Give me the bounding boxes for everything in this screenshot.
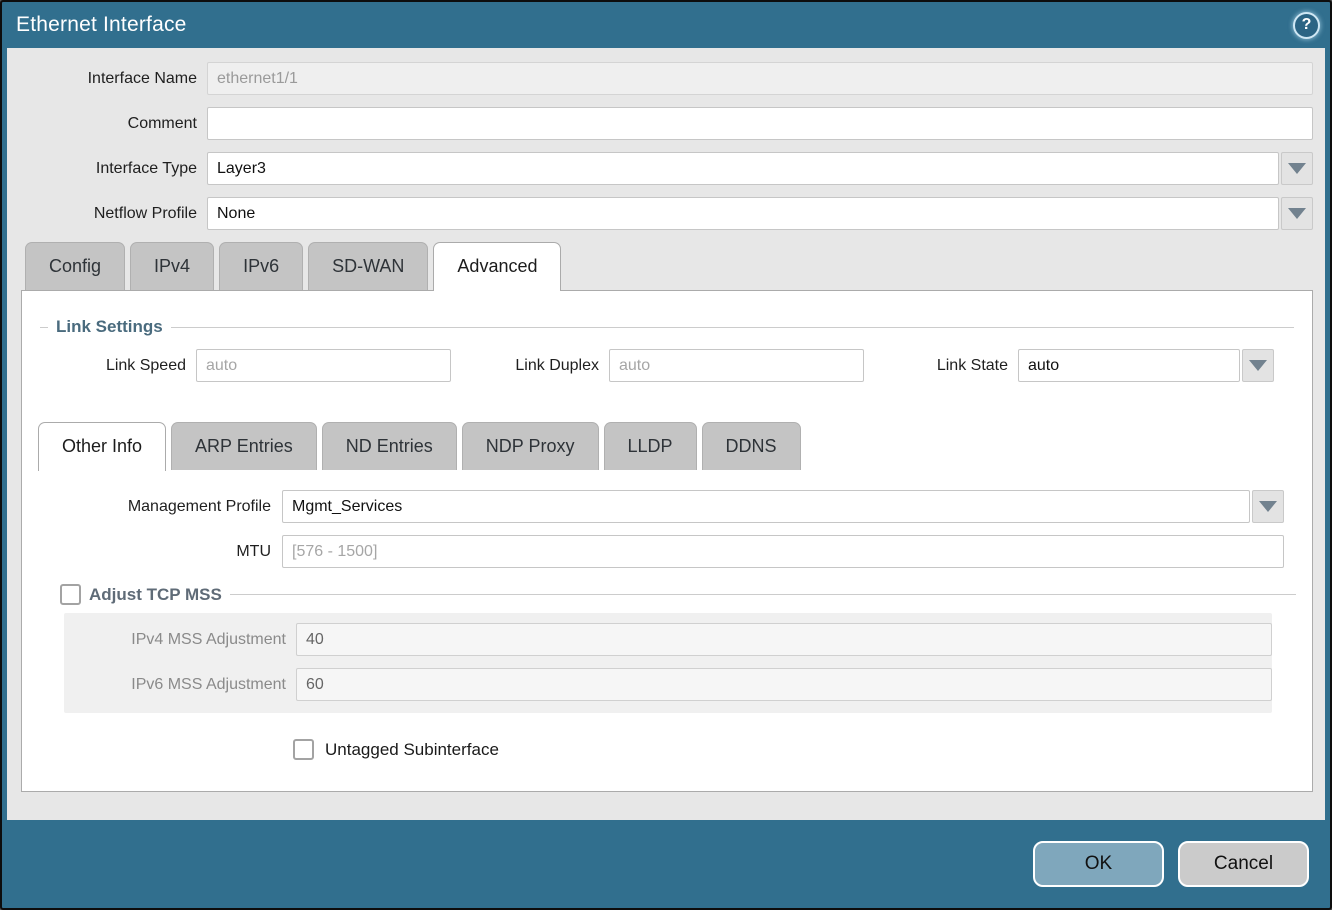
ipv6-mss-row: IPv6 MSS Adjustment	[64, 668, 1272, 701]
main-tab-bar: Config IPv4 IPv6 SD-WAN Advanced	[21, 242, 1313, 290]
ipv6-mss-input	[296, 668, 1272, 701]
mtu-input[interactable]	[282, 535, 1284, 568]
chevron-down-icon	[1259, 501, 1277, 512]
advanced-tab-panel: Link Settings Link Speed Link Duplex Lin…	[21, 290, 1313, 792]
untagged-subinterface-row: Untagged Subinterface	[293, 739, 1296, 760]
interface-name-input	[207, 62, 1313, 95]
interface-type-label: Interface Type	[21, 160, 207, 178]
ipv4-mss-input	[296, 623, 1272, 656]
interface-type-input[interactable]	[207, 152, 1279, 185]
link-state-input[interactable]	[1018, 349, 1240, 382]
management-profile-row: Management Profile	[38, 490, 1296, 523]
adjust-tcp-mss-legend: Adjust TCP MSS	[58, 584, 230, 605]
help-icon[interactable]: ?	[1293, 12, 1320, 39]
netflow-profile-row: Netflow Profile	[21, 197, 1313, 230]
mss-disabled-box: IPv4 MSS Adjustment IPv6 MSS Adjustment	[64, 613, 1272, 713]
tab-other-info[interactable]: Other Info	[38, 422, 166, 471]
comment-row: Comment	[21, 107, 1313, 140]
adjust-tcp-mss-checkbox[interactable]	[60, 584, 81, 605]
tab-nd-entries[interactable]: ND Entries	[322, 422, 457, 470]
interface-type-row: Interface Type	[21, 152, 1313, 185]
untagged-subinterface-checkbox[interactable]	[293, 739, 314, 760]
management-profile-dropdown-button[interactable]	[1252, 490, 1284, 523]
ipv4-mss-label: IPv4 MSS Adjustment	[64, 631, 296, 649]
link-state-dropdown-button[interactable]	[1242, 349, 1274, 382]
tab-ipv6[interactable]: IPv6	[219, 242, 303, 290]
chevron-down-icon	[1288, 163, 1306, 174]
link-settings-row: Link Speed Link Duplex Link State	[40, 337, 1294, 402]
tab-config[interactable]: Config	[25, 242, 125, 290]
chevron-down-icon	[1249, 360, 1267, 371]
adjust-tcp-mss-fieldset: Adjust TCP MSS IPv4 MSS Adjustment IPv6 …	[58, 584, 1296, 713]
cancel-button[interactable]: Cancel	[1178, 841, 1309, 887]
tab-ndp-proxy[interactable]: NDP Proxy	[462, 422, 599, 470]
comment-label: Comment	[21, 115, 207, 133]
tab-ddns[interactable]: DDNS	[702, 422, 801, 470]
netflow-profile-label: Netflow Profile	[21, 205, 207, 223]
dialog-title: Ethernet Interface	[16, 13, 187, 37]
dialog-body: Interface Name Comment Interface Type Ne…	[7, 48, 1325, 820]
management-profile-input[interactable]	[282, 490, 1250, 523]
dialog-titlebar: Ethernet Interface ?	[2, 2, 1330, 48]
tab-lldp[interactable]: LLDP	[604, 422, 697, 470]
link-settings-legend: Link Settings	[48, 317, 171, 337]
management-profile-label: Management Profile	[38, 498, 282, 516]
link-state-label: Link State	[926, 357, 1018, 375]
link-speed-input[interactable]	[196, 349, 451, 382]
chevron-down-icon	[1288, 208, 1306, 219]
interface-name-label: Interface Name	[21, 70, 207, 88]
adjust-tcp-mss-label: Adjust TCP MSS	[89, 585, 222, 605]
tab-advanced[interactable]: Advanced	[433, 242, 561, 291]
link-duplex-label: Link Duplex	[497, 357, 609, 375]
ok-button[interactable]: OK	[1033, 841, 1164, 887]
interface-type-dropdown-button[interactable]	[1281, 152, 1313, 185]
link-duplex-input[interactable]	[609, 349, 864, 382]
ethernet-interface-dialog: Ethernet Interface ? Interface Name Comm…	[0, 0, 1332, 910]
netflow-profile-input[interactable]	[207, 197, 1279, 230]
netflow-profile-dropdown-button[interactable]	[1281, 197, 1313, 230]
tab-ipv4[interactable]: IPv4	[130, 242, 214, 290]
link-settings-fieldset: Link Settings Link Speed Link Duplex Lin…	[40, 317, 1294, 402]
link-speed-label: Link Speed	[46, 357, 196, 375]
ipv6-mss-label: IPv6 MSS Adjustment	[64, 676, 296, 694]
dialog-footer: OK Cancel	[2, 820, 1330, 908]
mtu-label: MTU	[38, 543, 282, 561]
tab-sdwan[interactable]: SD-WAN	[308, 242, 428, 290]
ipv4-mss-row: IPv4 MSS Adjustment	[64, 623, 1272, 656]
sub-tab-bar: Other Info ARP Entries ND Entries NDP Pr…	[38, 422, 1296, 470]
interface-name-row: Interface Name	[21, 62, 1313, 95]
mtu-row: MTU	[38, 535, 1296, 568]
tab-arp-entries[interactable]: ARP Entries	[171, 422, 317, 470]
comment-input[interactable]	[207, 107, 1313, 140]
untagged-subinterface-label: Untagged Subinterface	[325, 740, 499, 760]
